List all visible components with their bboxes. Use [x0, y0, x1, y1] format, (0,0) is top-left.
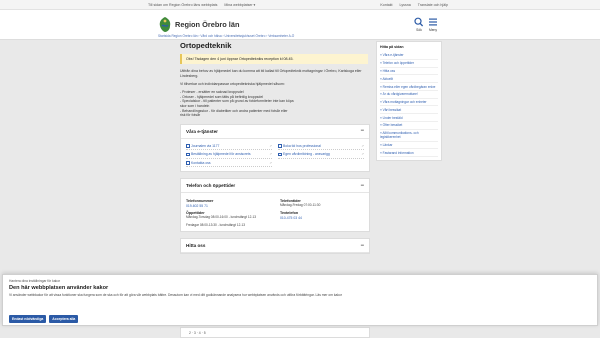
find-us-header[interactable]: Hitta oss − — [181, 239, 369, 254]
menu-button-label: Meny — [428, 28, 438, 32]
external-link-icon: ↗ — [361, 143, 364, 148]
collapse-icon[interactable]: − — [360, 128, 364, 134]
toc-link[interactable]: » Är du vårdgivaremottare! — [380, 91, 438, 99]
eservices-list: Journalen via 1177 ↗ Boka tid hos profess… — [181, 139, 369, 172]
textphone-heading: Textelefon — [280, 211, 299, 216]
collapse-icon[interactable]: − — [360, 183, 364, 189]
site-logo[interactable]: Region Örebro län — [158, 16, 239, 33]
main-content: Ortopedteknik Obs! Tisdagen den 4 juni ö… — [180, 41, 370, 255]
external-link-icon: ↗ — [361, 152, 364, 157]
accept-all-button[interactable]: Acceptera alla — [49, 315, 79, 323]
eservice-link[interactable]: Journalen via 1177 ↗ — [186, 144, 272, 151]
contact-panel: Telefon och öppettider − Telefonnummer 0… — [180, 178, 370, 233]
find-us-panel: Hitta oss − — [180, 238, 370, 255]
toc-link[interactable]: » Länkar — [380, 142, 438, 150]
site-header: Region Örebro län Sök Meny — [0, 10, 600, 40]
contact-body: Telefonnummer 019-602 55 71 Telefontider… — [181, 193, 369, 231]
phone-hours-text: Måndag-Fredag 07:00-11:30 — [280, 203, 321, 208]
textphone-link[interactable]: 010-475 03 44 — [280, 216, 364, 220]
toc-link[interactable]: » Aktuellt — [380, 75, 438, 84]
cookie-title: Den här webbplatsen använder kakor — [9, 285, 109, 291]
utility-link-sites[interactable]: Mina webbplatser ▾ — [224, 3, 255, 7]
toc-link[interactable]: » Våra mottagningar och enheter — [380, 99, 438, 107]
utility-link-contact[interactable]: Kontakt — [380, 3, 392, 7]
eservice-link[interactable]: Boka tid hos professional ↗ — [278, 144, 364, 151]
toc-link[interactable]: » Telefon och öppettider — [380, 60, 438, 68]
opening-hours-text: Måndag-Torsdag 08:00-16:00 - lunchstängt… — [186, 215, 256, 220]
phone-heading: Telefonnummer — [186, 199, 214, 204]
cookie-banner: Hantera dina inställningar för kakor Den… — [2, 274, 598, 326]
eservices-panel: Våra e-tjänster − Journalen via 1177 ↗ Bo… — [180, 123, 370, 173]
region-logo-icon — [159, 17, 171, 32]
page-title: Ortopedteknik — [180, 41, 232, 50]
utility-link-region[interactable]: Till sidan om Region Örebro läns webbpla… — [148, 3, 217, 7]
external-link-icon: ↗ — [269, 160, 272, 165]
eservice-icon — [278, 144, 282, 148]
toc-link[interactable]: » Fastarand information — [380, 149, 438, 158]
site-logo-text: Region Örebro län — [175, 20, 240, 29]
utility-bar: Till sidan om Region Örebro läns webbpla… — [0, 0, 600, 10]
eservice-link[interactable]: Kontakta oss ↗ — [186, 161, 272, 168]
contact-title: Telefon och öppettider — [186, 183, 236, 189]
opening-hours-friday: Fredagar 08:00-13:30 - lunchstängt 12-13 — [186, 222, 246, 227]
pagination[interactable]: 2 · 3 · 4 · 5 — [180, 327, 370, 338]
notice-banner: Obs! Tisdagen den 4 juni öppnar Ortopedt… — [180, 54, 368, 64]
page-toc: Hitta på sidan » Våra e-tjänster » Telef… — [376, 41, 442, 162]
eservice-icon — [186, 144, 190, 148]
list-item: risk för fotsår — [180, 113, 201, 118]
eservice-link[interactable]: Egen vårdinriktning - ansvarigg ↗ — [278, 152, 364, 159]
external-link-icon: ↗ — [269, 152, 272, 157]
toc-link[interactable]: » Under bestäld — [380, 114, 438, 123]
contact-header[interactable]: Telefon och öppettider − — [181, 179, 369, 194]
phone-link[interactable]: 019-602 55 71 — [186, 204, 270, 208]
eservice-icon — [186, 161, 190, 165]
intro-text: Utifrån dina behov av hjälpmedel kan du … — [180, 69, 362, 79]
toc-link[interactable]: » Remiss eller egen vårdbegäran enlve — [380, 83, 438, 91]
search-button-label: Sök — [416, 28, 422, 32]
eservice-link[interactable]: Beställning av hjälpmedel för ansiscrets… — [186, 152, 272, 159]
eservices-title: Våra e-tjänster — [186, 128, 218, 134]
find-us-title: Hitta oss — [186, 243, 206, 249]
menu-button[interactable]: Meny — [423, 17, 443, 32]
breadcrumb[interactable]: Startsida Region Örebro län › Vård och h… — [158, 34, 294, 38]
eservice-icon — [186, 152, 190, 157]
utility-link-translate[interactable]: Translate och hjälp — [418, 3, 448, 7]
aid-list: - Proteser - ersätter en saknad kroppsde… — [180, 90, 370, 118]
eservices-header[interactable]: Våra e-tjänster − — [181, 125, 369, 139]
cookie-text: Vi använder webbkakor för att vissa funk… — [9, 293, 342, 297]
toc-link[interactable]: » Hitta oss — [380, 68, 438, 76]
toc-link[interactable]: » Öfter bessiket — [380, 122, 438, 130]
toc-link[interactable]: » Vårt bessikat — [380, 106, 438, 115]
expand-icon[interactable]: − — [360, 243, 364, 249]
utility-link-listen[interactable]: Lyssna — [400, 3, 411, 7]
menu-icon — [429, 18, 437, 26]
help-intro-text: Vi tillverkar och individanpassar ortope… — [180, 82, 285, 87]
toc-link[interactable]: » Våra e-tjänster — [380, 52, 438, 60]
external-link-icon: ↗ — [269, 143, 272, 148]
necessary-only-button[interactable]: Endast nödvändiga — [9, 315, 47, 323]
eservice-icon — [278, 152, 282, 157]
toc-link[interactable]: » Allit kommunikations- och legistikeren… — [380, 130, 438, 142]
toc-title: Hitta på sidan — [380, 45, 404, 49]
cookie-settings-label: Hantera dina inställningar för kakor — [9, 279, 61, 283]
